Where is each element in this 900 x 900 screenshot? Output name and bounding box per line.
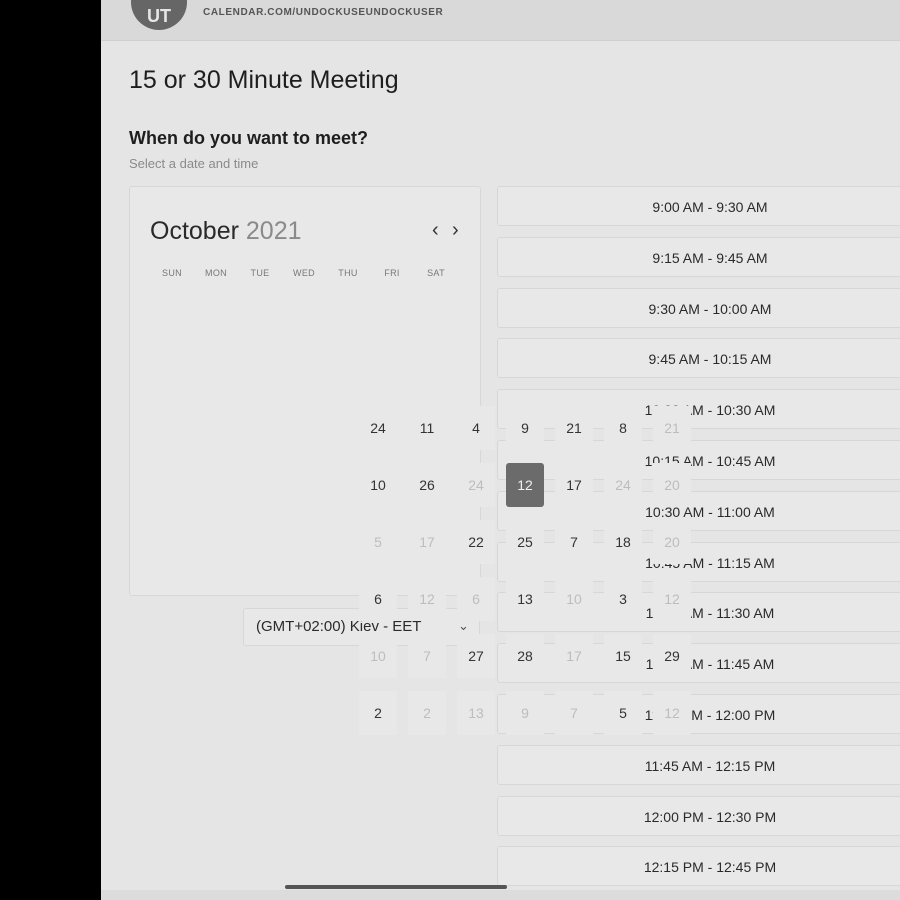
calendar-day[interactable]: 20 [653, 520, 691, 564]
time-slot-label: 11:45 AM - 12:15 PM [644, 757, 776, 774]
calendar-day[interactable]: 20 [653, 463, 691, 507]
weekday-wed: WED [293, 268, 315, 278]
calendar-day[interactable]: 9 [506, 691, 544, 735]
calendar-day[interactable]: 17 [555, 634, 593, 678]
calendar-day[interactable]: 24 [604, 463, 642, 507]
calendar-day[interactable]: 21 [653, 406, 691, 450]
calendar-day[interactable]: 17 [555, 463, 593, 507]
calendar-day[interactable]: 10 [359, 463, 397, 507]
calendar-day[interactable]: 28 [506, 634, 544, 678]
time-slot-button[interactable]: 11:45 AM - 12:15 PM [497, 744, 900, 785]
calendar-day[interactable]: 22 [457, 520, 495, 564]
weekday-thu: THU [338, 268, 358, 278]
weekday-mon: MON [205, 268, 227, 278]
calendar-day[interactable]: 18 [604, 520, 642, 564]
time-slot-label: 9:30 AM - 10:00 AM [648, 300, 772, 317]
calendar-day[interactable]: 2 [359, 691, 397, 735]
calendar-day-selected[interactable]: 12 [506, 463, 544, 507]
calendar-day[interactable]: 21 [555, 406, 593, 450]
calendar-day[interactable]: 4 [457, 406, 495, 450]
calendar-day[interactable]: 29 [653, 634, 691, 678]
time-slot-button[interactable]: 9:45 AM - 10:15 AM [497, 338, 900, 379]
host-url[interactable]: CALENDAR.COM/UNDOCKUSEUNDOCKUSER [203, 7, 443, 18]
bottom-bar [101, 890, 900, 900]
calendar-day[interactable]: 12 [653, 691, 691, 735]
calendar-day[interactable]: 7 [555, 520, 593, 564]
section-heading: When do you want to meet? [129, 128, 368, 148]
chevron-left-icon[interactable]: ‹ [432, 219, 439, 242]
calendar-day[interactable]: 15 [604, 634, 642, 678]
calendar-day[interactable]: 25 [506, 520, 544, 564]
weekday-header: SUN MON TUE WED THU FRI SAT [150, 268, 460, 278]
time-slot-label: 9:15 AM - 9:45 AM [652, 249, 768, 266]
weekday-sun: SUN [162, 268, 182, 278]
calendar-day[interactable]: 26 [408, 463, 446, 507]
month-name: October [150, 217, 239, 245]
time-slot-label: 12:15 PM - 12:45 PM [643, 859, 777, 876]
weekday-fri: FRI [384, 268, 400, 278]
time-slot-button[interactable]: 12:15 PM - 12:45 PM [497, 846, 900, 887]
calendar-day[interactable]: 24 [359, 406, 397, 450]
time-slot-button[interactable]: 12:00 PM - 12:30 PM [497, 795, 900, 836]
time-slot-label: 9:45 AM - 10:15 AM [648, 351, 772, 368]
scheduler-page: UT CALENDAR.COM/UNDOCKUSEUNDOCKUSER 15 o… [101, 0, 900, 900]
calendar-day[interactable]: 8 [604, 406, 642, 450]
time-slot-button[interactable]: 9:30 AM - 10:00 AM [497, 287, 900, 328]
calendar-day[interactable]: 6 [359, 577, 397, 621]
year-label: 2021 [245, 217, 302, 245]
calendar-day[interactable]: 3 [604, 577, 642, 621]
time-slot-label: 12:00 PM - 12:30 PM [643, 808, 777, 825]
month-label: October 2021 [150, 217, 302, 246]
chevron-right-icon[interactable]: › [452, 219, 459, 242]
calendar-day[interactable]: 11 [408, 406, 446, 450]
calendar-day[interactable]: 7 [555, 691, 593, 735]
avatar: UT [131, 0, 187, 30]
weekday-tue: TUE [250, 268, 270, 278]
calendar-day[interactable]: 12 [653, 577, 691, 621]
calendar-day[interactable]: 12 [408, 577, 446, 621]
time-slot-button[interactable]: 9:15 AM - 9:45 AM [497, 236, 900, 277]
calendar-day[interactable]: 5 [359, 520, 397, 564]
calendar-day[interactable]: 13 [457, 691, 495, 735]
scrollbar-thumb[interactable] [285, 885, 507, 889]
calendar-day[interactable]: 9 [506, 406, 544, 450]
calendar-day[interactable]: 13 [506, 577, 544, 621]
section-subtitle: Select a date and time [129, 156, 259, 171]
date-grid: 24 11 4 9 21 8 21 10 26 24 12 17 24 20 5 17 22 25 7 18 20 6 12… [359, 406, 699, 746]
calendar-day[interactable]: 7 [408, 634, 446, 678]
calendar-day[interactable]: 6 [457, 577, 495, 621]
header-bar: UT CALENDAR.COM/UNDOCKUSEUNDOCKUSER [101, 0, 900, 41]
calendar-day[interactable]: 24 [457, 463, 495, 507]
calendar-day[interactable]: 5 [604, 691, 642, 735]
time-slot-button[interactable]: 9:00 AM - 9:30 AM [497, 186, 900, 226]
calendar-day[interactable]: 2 [408, 691, 446, 735]
calendar-day[interactable]: 27 [457, 634, 495, 678]
calendar-day[interactable]: 10 [359, 634, 397, 678]
calendar-day[interactable]: 10 [555, 577, 593, 621]
weekday-sat: SAT [427, 268, 445, 278]
page-title: 15 or 30 Minute Meeting [129, 66, 399, 94]
time-slot-label: 9:00 AM - 9:30 AM [652, 199, 768, 215]
calendar-day[interactable]: 17 [408, 520, 446, 564]
